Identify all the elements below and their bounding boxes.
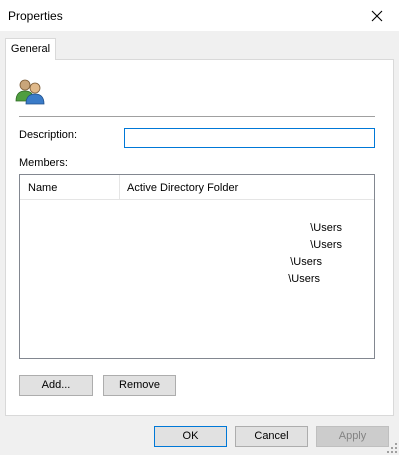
members-list[interactable]: Name Active Directory Folder \Users \Use… <box>19 174 375 359</box>
members-label: Members: <box>19 157 68 169</box>
resize-grip-icon[interactable] <box>387 443 397 453</box>
table-row[interactable]: \Users <box>20 220 374 237</box>
tab-general[interactable]: General <box>5 38 56 60</box>
close-icon <box>371 10 382 21</box>
column-header-name[interactable]: Name <box>28 182 57 194</box>
apply-button[interactable]: Apply <box>316 426 389 447</box>
close-button[interactable] <box>354 0 399 31</box>
add-button[interactable]: Add... <box>19 375 93 396</box>
member-folder: \Users <box>310 239 342 251</box>
description-label: Description: <box>19 129 78 141</box>
separator <box>19 116 375 117</box>
table-row[interactable]: \Users <box>20 254 374 271</box>
member-folder: \Users <box>288 273 320 285</box>
table-row[interactable]: \Users <box>20 237 374 254</box>
members-header: Name Active Directory Folder <box>20 175 374 200</box>
table-row[interactable] <box>20 203 374 220</box>
cancel-button[interactable]: Cancel <box>235 426 308 447</box>
column-divider[interactable] <box>119 175 120 199</box>
ok-button[interactable]: OK <box>154 426 227 447</box>
group-icon <box>15 79 45 105</box>
column-header-folder[interactable]: Active Directory Folder <box>127 182 238 194</box>
member-folder: \Users <box>310 222 342 234</box>
member-folder: \Users <box>290 256 322 268</box>
title-bar: Properties <box>0 0 399 31</box>
remove-button[interactable]: Remove <box>103 375 176 396</box>
description-input[interactable] <box>124 128 375 148</box>
window-title: Properties <box>8 9 63 23</box>
table-row[interactable]: \Users <box>20 271 374 288</box>
